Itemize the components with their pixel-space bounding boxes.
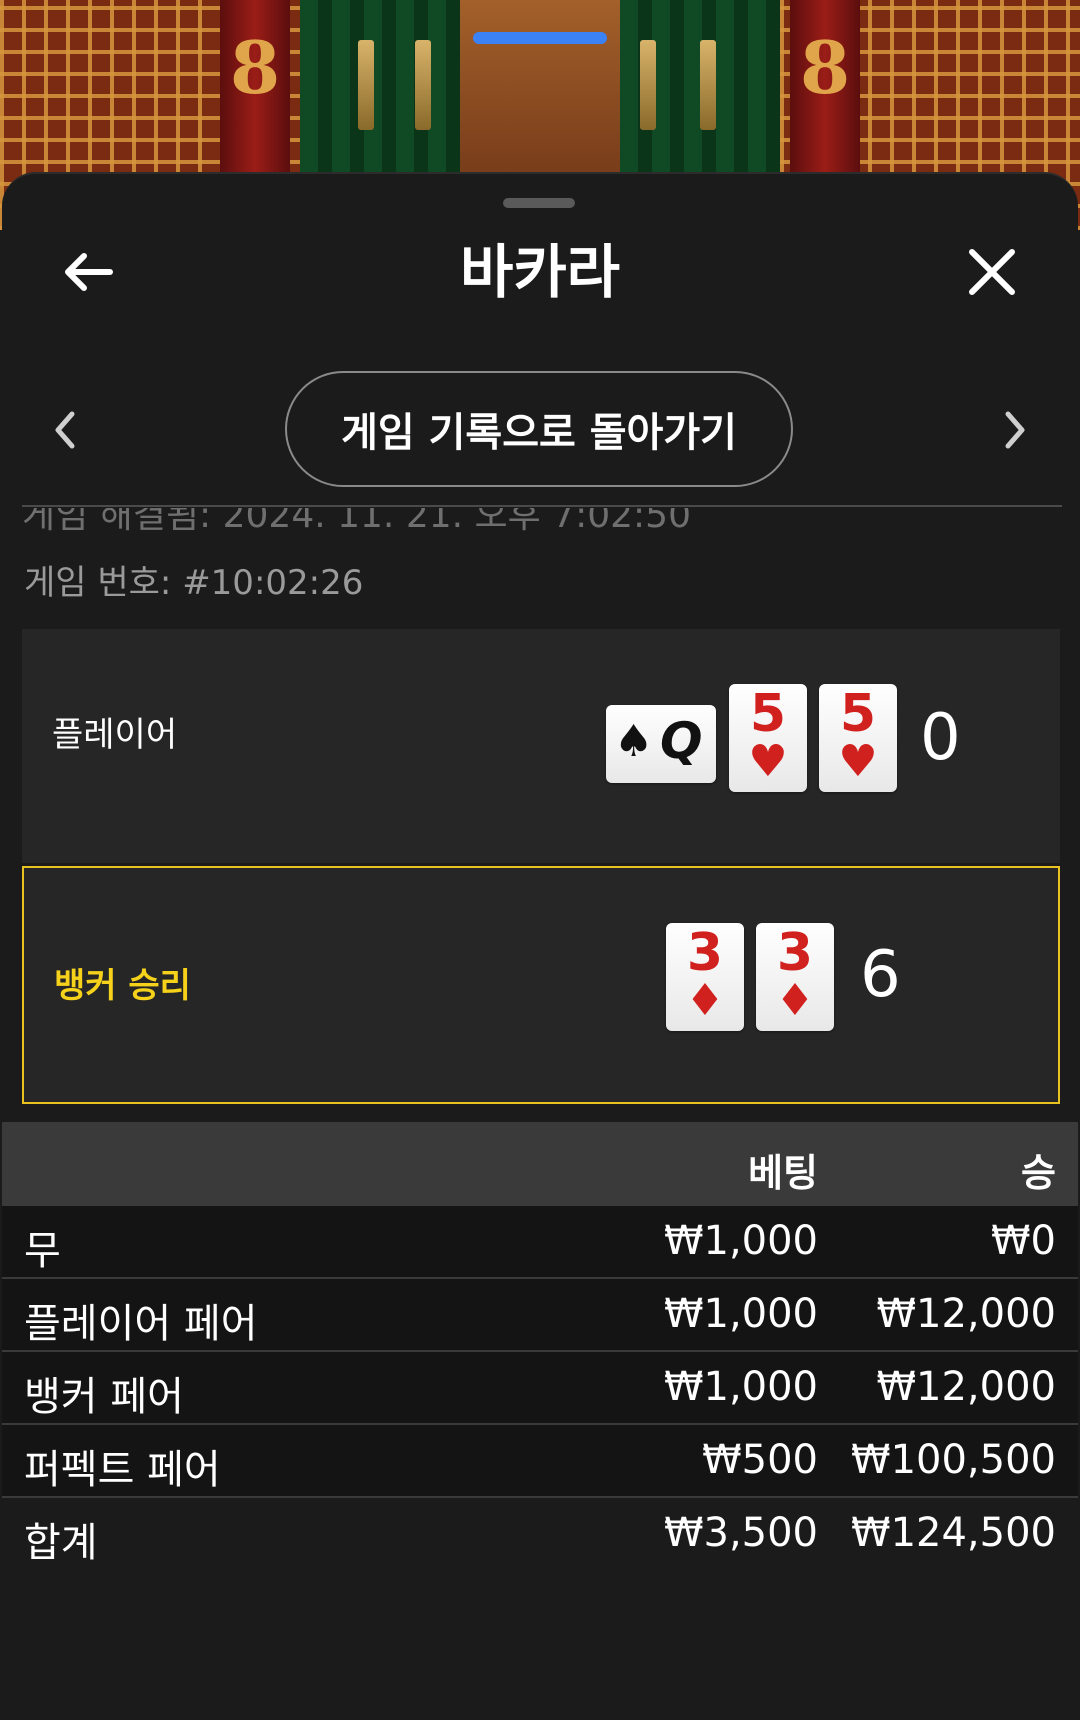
meta-scroll-clip: 게임 해결됨: 2024. 11. 21. 오후 7:02:50 xyxy=(22,508,1062,538)
card-suit: ♦ xyxy=(685,975,725,1026)
player-label: 플레이어 xyxy=(52,715,178,755)
banker-score: 6 xyxy=(860,938,901,1012)
player-hand-row: 플레이어 ♠ Q 5 ♥ 5 ♥ 0 xyxy=(22,629,1060,863)
win-amount: ₩12,000 xyxy=(876,1291,1056,1337)
bet-column-header: 베팅 xyxy=(748,1151,818,1195)
card-rank: Q xyxy=(660,712,703,770)
table-row: 뱅커 페어 ₩1,000 ₩12,000 xyxy=(2,1352,1078,1425)
card-rank: 5 xyxy=(839,684,877,744)
page-title: 바카라 xyxy=(459,238,621,306)
bets-table-header: 베팅 승 xyxy=(2,1122,1078,1206)
table-row: 무 ₩1,000 ₩0 xyxy=(2,1206,1078,1279)
next-game-button[interactable] xyxy=(990,405,1040,455)
return-to-history-button[interactable]: 게임 기록으로 돌아가기 xyxy=(285,371,793,487)
table-row: 퍼펙트 페어 ₩500 ₩100,500 xyxy=(2,1425,1078,1498)
table-row: 플레이어 페어 ₩1,000 ₩12,000 xyxy=(2,1279,1078,1352)
close-button[interactable] xyxy=(952,232,1032,312)
win-column-header: 승 xyxy=(1021,1151,1056,1195)
previous-game-button[interactable] xyxy=(40,405,90,455)
card-suit: ♥ xyxy=(838,736,878,787)
active-indicator xyxy=(473,32,607,44)
playing-card: 5 ♥ xyxy=(819,684,897,792)
tassel xyxy=(358,40,374,130)
card-rank: 3 xyxy=(776,923,814,983)
sheet-drag-handle[interactable] xyxy=(503,198,575,208)
tassel xyxy=(700,40,716,130)
banker-hand-row: 뱅커 승리 3 ♦ 3 ♦ 6 xyxy=(22,866,1060,1104)
total-bet-amount: ₩3,500 xyxy=(663,1510,818,1556)
chevron-left-icon xyxy=(55,411,75,449)
card-suit: ♠ xyxy=(614,716,654,767)
close-icon xyxy=(969,249,1015,295)
card-rank: 5 xyxy=(749,684,787,744)
win-amount: ₩0 xyxy=(991,1218,1056,1264)
tassel xyxy=(640,40,656,130)
bet-type: 퍼펙트 페어 xyxy=(24,1447,221,1493)
bet-amount: ₩1,000 xyxy=(663,1218,818,1264)
bet-amount: ₩1,000 xyxy=(663,1291,818,1337)
decor-eight-left: 8 xyxy=(229,25,281,110)
total-label: 합계 xyxy=(24,1520,98,1566)
player-score: 0 xyxy=(920,701,961,775)
card-rank: 3 xyxy=(686,923,724,983)
card-suit: ♥ xyxy=(748,736,788,787)
total-row: 합계 ₩3,500 ₩124,500 xyxy=(2,1498,1078,1569)
bet-type: 무 xyxy=(24,1228,61,1274)
playing-card-sideways: ♠ Q xyxy=(606,705,716,783)
banker-win-label: 뱅커 승리 xyxy=(54,966,191,1006)
win-amount: ₩100,500 xyxy=(851,1437,1056,1483)
playing-card: 3 ♦ xyxy=(666,923,744,1031)
bet-amount: ₩1,000 xyxy=(663,1364,818,1410)
settled-time-text: 게임 해결됨: 2024. 11. 21. 오후 7:02:50 xyxy=(22,508,691,536)
chevron-right-icon xyxy=(1005,411,1025,449)
playing-card: 5 ♥ xyxy=(729,684,807,792)
section-divider xyxy=(22,505,1062,507)
card-suit: ♦ xyxy=(775,975,815,1026)
total-win-amount: ₩124,500 xyxy=(851,1510,1056,1556)
tassel xyxy=(415,40,431,130)
bet-type: 뱅커 페어 xyxy=(24,1374,184,1420)
win-amount: ₩12,000 xyxy=(876,1364,1056,1410)
game-number-text: 게임 번호: #10:02:26 xyxy=(24,563,364,603)
bet-amount: ₩500 xyxy=(702,1437,818,1483)
playing-card: 3 ♦ xyxy=(756,923,834,1031)
bet-type: 플레이어 페어 xyxy=(24,1301,258,1347)
decor-eight-right: 8 xyxy=(799,25,851,110)
